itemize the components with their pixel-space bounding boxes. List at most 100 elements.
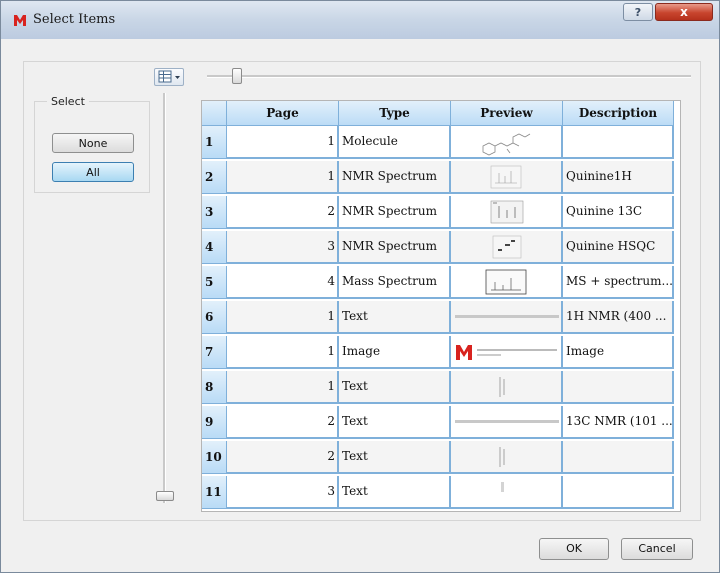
page-cell[interactable]: 2 — [227, 196, 339, 229]
preview-cell[interactable] — [451, 266, 563, 299]
molecule-preview-thumbnail — [453, 128, 559, 156]
window-title: Select Items — [33, 12, 116, 27]
row-height-slider-track[interactable] — [163, 93, 166, 503]
row-number[interactable]: 1 — [202, 126, 227, 159]
select-all-button[interactable]: All — [52, 162, 134, 182]
type-cell[interactable]: Text — [339, 441, 451, 474]
description-cell[interactable] — [563, 476, 674, 509]
table-row[interactable]: 10 2 Text — [202, 441, 674, 474]
textline-preview-thumbnail — [453, 408, 559, 436]
page-cell[interactable]: 1 — [227, 371, 339, 404]
page-cell[interactable]: 2 — [227, 406, 339, 439]
row-number[interactable]: 4 — [202, 231, 227, 264]
select-group-label: Select — [47, 95, 89, 108]
hsqc-preview-thumbnail — [453, 233, 559, 261]
column-header-description[interactable]: Description — [563, 101, 674, 126]
help-button[interactable]: ? — [623, 3, 653, 21]
table-row[interactable]: 7 1 Image Image — [202, 336, 674, 369]
description-cell[interactable]: Quinine1H — [563, 161, 674, 194]
textnarrow-preview-thumbnail — [453, 373, 559, 401]
view-mode-button[interactable] — [154, 68, 184, 86]
table-row[interactable]: 2 1 NMR Spectrum Quinine1H — [202, 161, 674, 194]
textline-preview-thumbnail — [453, 303, 559, 331]
row-number[interactable]: 9 — [202, 406, 227, 439]
grid-view-icon — [158, 70, 180, 83]
page-cell[interactable]: 1 — [227, 336, 339, 369]
close-button[interactable]: x — [655, 3, 713, 21]
description-cell[interactable]: Quinine HSQC — [563, 231, 674, 264]
mass-preview-thumbnail — [453, 268, 559, 296]
type-cell[interactable]: NMR Spectrum — [339, 161, 451, 194]
table-row[interactable]: 9 2 Text 13C NMR (101 ... — [202, 406, 674, 439]
type-cell[interactable]: Text — [339, 301, 451, 334]
column-header-page[interactable]: Page — [227, 101, 339, 126]
type-cell[interactable]: Molecule — [339, 126, 451, 159]
row-number[interactable]: 6 — [202, 301, 227, 334]
textsmall-preview-thumbnail — [453, 478, 559, 506]
description-cell[interactable]: 13C NMR (101 ... — [563, 406, 674, 439]
page-cell[interactable]: 1 — [227, 161, 339, 194]
description-cell[interactable]: 1H NMR (400 ... — [563, 301, 674, 334]
page-cell[interactable]: 1 — [227, 301, 339, 334]
description-cell[interactable] — [563, 371, 674, 404]
dropdown-arrow-icon — [175, 76, 180, 79]
table-row[interactable]: 3 2 NMR Spectrum Quinine 13C — [202, 196, 674, 229]
textnarrow-preview-thumbnail — [453, 443, 559, 471]
preview-cell[interactable] — [451, 406, 563, 439]
preview-cell[interactable] — [451, 231, 563, 264]
table-row[interactable]: 4 3 NMR Spectrum Quinine HSQC — [202, 231, 674, 264]
preview-cell[interactable] — [451, 126, 563, 159]
type-cell[interactable]: Text — [339, 371, 451, 404]
row-number[interactable]: 2 — [202, 161, 227, 194]
table-row[interactable]: 11 3 Text — [202, 476, 674, 509]
preview-cell[interactable] — [451, 301, 563, 334]
select-none-button[interactable]: None — [52, 133, 134, 153]
mnova-app-icon — [14, 15, 26, 26]
type-cell[interactable]: Text — [339, 476, 451, 509]
ok-button[interactable]: OK — [539, 538, 609, 560]
row-number[interactable]: 8 — [202, 371, 227, 404]
table-row[interactable]: 5 4 Mass Spectrum MS + spectrum... — [202, 266, 674, 299]
type-cell[interactable]: NMR Spectrum — [339, 196, 451, 229]
row-number[interactable]: 10 — [202, 441, 227, 474]
description-cell[interactable]: Image — [563, 336, 674, 369]
select-items-dialog: Select Items ? x Select None All Page Ty… — [0, 0, 720, 573]
table-row[interactable]: 8 1 Text — [202, 371, 674, 404]
corner-header — [202, 101, 227, 126]
description-cell[interactable] — [563, 441, 674, 474]
title-bar: Select Items ? x — [1, 1, 719, 39]
column-header-preview[interactable]: Preview — [451, 101, 563, 126]
zoom-slider-track[interactable] — [207, 75, 691, 78]
type-cell[interactable]: Mass Spectrum — [339, 266, 451, 299]
nmr1h-preview-thumbnail — [453, 163, 559, 191]
description-cell[interactable]: Quinine 13C — [563, 196, 674, 229]
page-cell[interactable]: 1 — [227, 126, 339, 159]
page-cell[interactable]: 3 — [227, 476, 339, 509]
preview-cell[interactable] — [451, 441, 563, 474]
description-cell[interactable]: MS + spectrum... — [563, 266, 674, 299]
description-cell[interactable] — [563, 126, 674, 159]
type-cell[interactable]: NMR Spectrum — [339, 231, 451, 264]
zoom-slider-thumb[interactable] — [232, 68, 242, 84]
row-number[interactable]: 5 — [202, 266, 227, 299]
table-row[interactable]: 6 1 Text 1H NMR (400 ... — [202, 301, 674, 334]
preview-cell[interactable] — [451, 371, 563, 404]
row-height-slider-thumb[interactable] — [156, 491, 174, 501]
preview-cell[interactable] — [451, 336, 563, 369]
cancel-button[interactable]: Cancel — [621, 538, 693, 560]
type-cell[interactable]: Image — [339, 336, 451, 369]
nmr13c-preview-thumbnail — [453, 198, 559, 226]
table-row[interactable]: 1 1 Molecule — [202, 126, 674, 159]
preview-cell[interactable] — [451, 196, 563, 229]
column-header-type[interactable]: Type — [339, 101, 451, 126]
preview-cell[interactable] — [451, 476, 563, 509]
page-cell[interactable]: 2 — [227, 441, 339, 474]
page-cell[interactable]: 4 — [227, 266, 339, 299]
logo-preview-thumbnail — [453, 338, 559, 366]
preview-cell[interactable] — [451, 161, 563, 194]
row-number[interactable]: 3 — [202, 196, 227, 229]
row-number[interactable]: 11 — [202, 476, 227, 509]
row-number[interactable]: 7 — [202, 336, 227, 369]
page-cell[interactable]: 3 — [227, 231, 339, 264]
type-cell[interactable]: Text — [339, 406, 451, 439]
